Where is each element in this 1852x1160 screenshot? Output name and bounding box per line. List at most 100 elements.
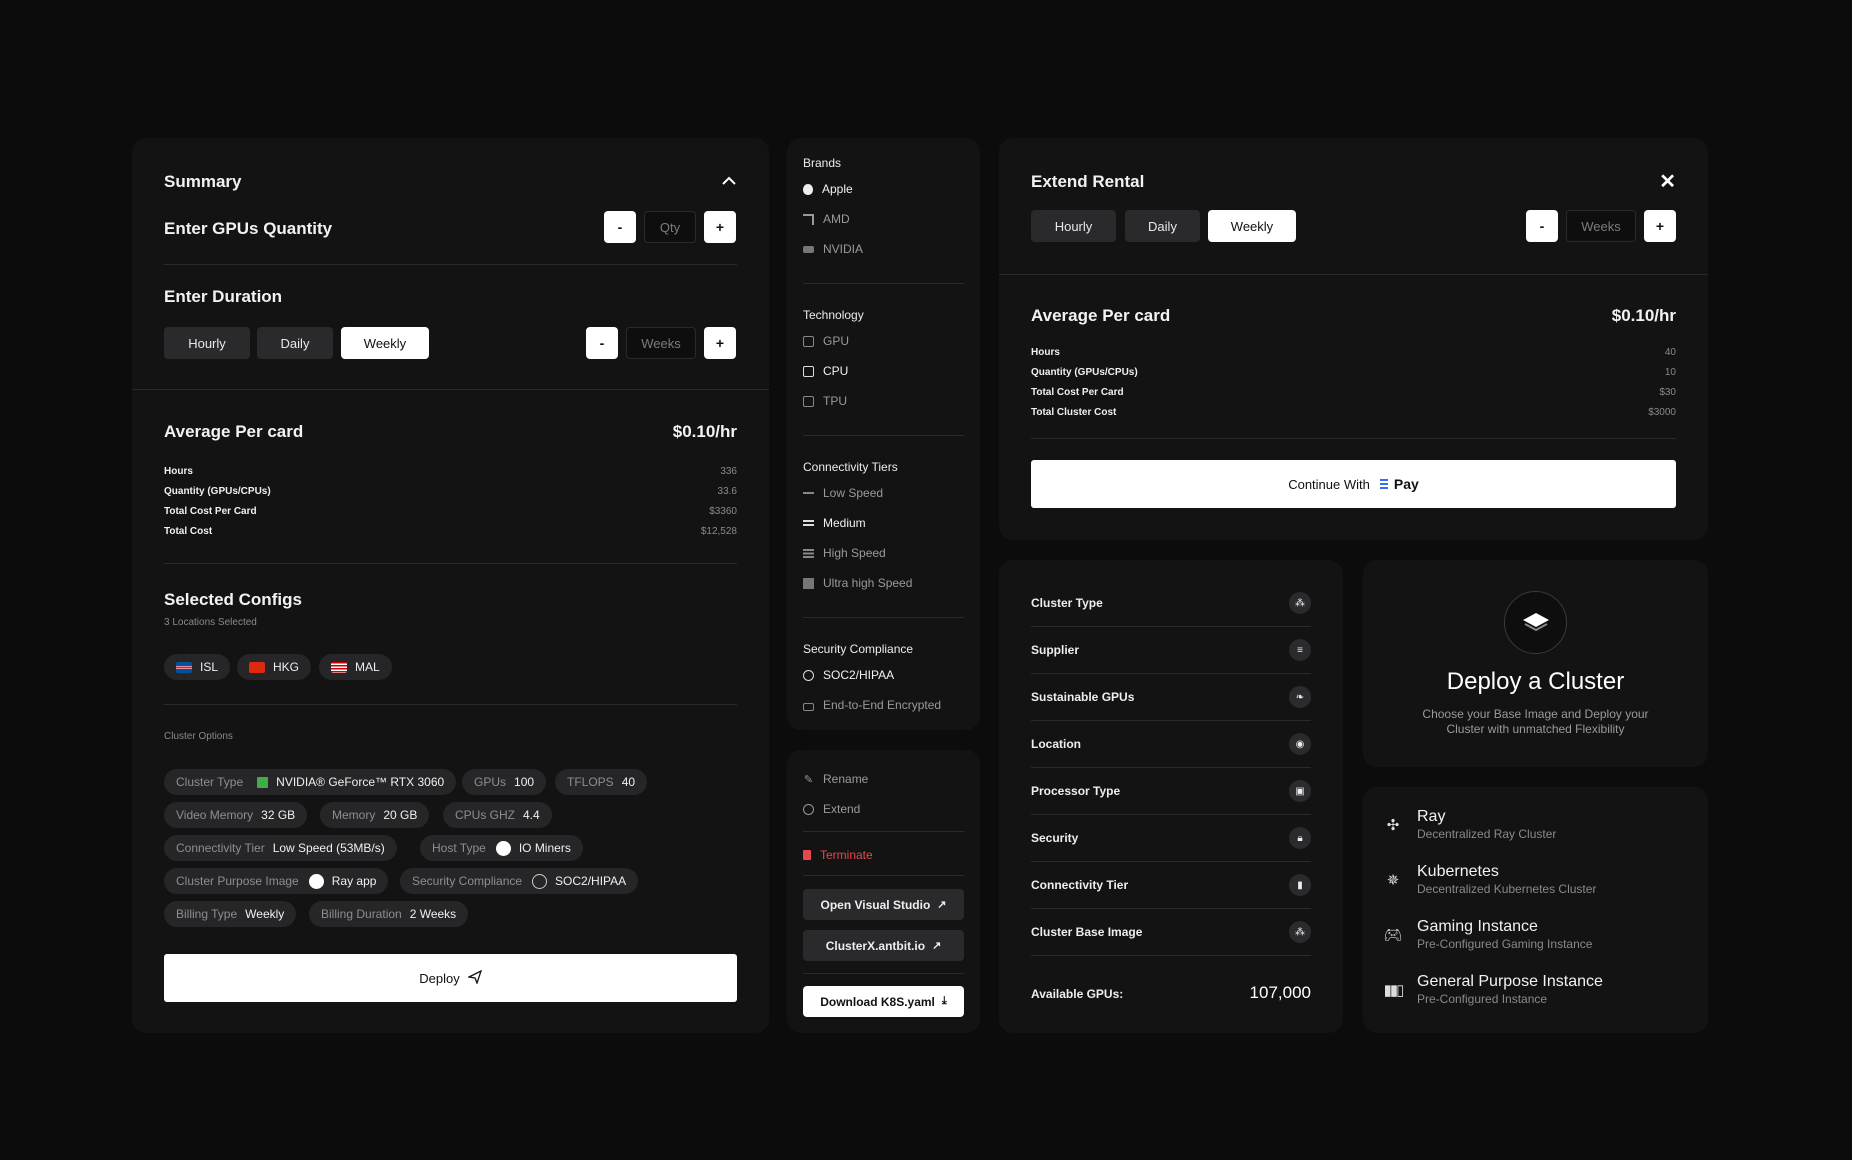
list-item-base-image[interactable]: Cluster Base Image ⁂ [1031,909,1311,956]
option-tag: GPUs 100 [462,769,547,795]
ray-app-icon [308,873,324,889]
deploy-card-title: Deploy a Cluster [1446,668,1625,695]
list-item-location[interactable]: Location ◉ [1031,721,1311,768]
filter-brand-amd[interactable]: AMD [803,212,850,226]
close-icon[interactable]: ✕ [1659,169,1676,194]
filter-conn-low[interactable]: Low Speed [803,486,883,500]
cost-row-value: $12,528 [700,526,737,537]
weeks-plus-button[interactable]: + [704,327,736,359]
continue-pay-button[interactable]: Continue With Pay [1031,460,1676,508]
layers-icon [1504,591,1567,654]
weeks-input[interactable]: Weeks [626,327,696,359]
brands-heading: Brands [803,156,842,170]
badge-icon [803,669,814,681]
gpu-qty-label: Enter GPUs Quantity [164,219,333,238]
filter-brand-apple[interactable]: Apple [803,182,853,196]
app-item-gaming[interactable]: 🎮︎ Gaming Instance Pre-Configured Gaming … [1383,918,1592,951]
cluster-filter-card: Cluster Type ⁂ Supplier ≡ Sustainable GPUs… [999,560,1343,1033]
option-tag: Memory 20 GB [320,802,430,828]
filter-sec-e2e[interactable]: End-to-End Encrypted [803,698,941,712]
open-visual-studio-button[interactable]: Open Visual Studio ↗ [803,889,964,920]
deploy-button[interactable]: Deploy [164,954,737,1002]
extend-tab-hourly[interactable]: Hourly [1031,210,1116,242]
nvidia-chip-icon [257,776,269,788]
extend-tab-weekly[interactable]: Weekly [1208,210,1296,242]
deploy-card-desc: Choose your Base Image and Deploy your C… [1422,707,1649,736]
extend-rental-card: Extend Rental ✕ Hourly Daily Weekly - We… [999,138,1708,540]
chip-icon [803,335,814,347]
kubernetes-icon: ✵ [1386,871,1400,889]
nodes-icon: ⁂ [1289,921,1311,943]
list-item-connectivity[interactable]: Connectivity Tier ▮ [1031,862,1311,909]
list-item-security[interactable]: Security 🔒︎ [1031,815,1311,862]
filter-conn-high[interactable]: High Speed [803,546,886,560]
terminate-action[interactable]: Terminate [803,848,873,862]
chip-icon [803,395,814,407]
option-tag: Cluster Type NVIDIA® GeForce™ RTX 3060 [164,769,457,795]
cost-row-value: 33.6 [717,486,737,497]
filter-tech-tpu[interactable]: TPU [803,394,847,408]
option-tag: Connectivity Tier Low Speed (53MB/s) [164,835,397,861]
list-item-cluster-type[interactable]: Cluster Type ⁂ [1031,580,1311,627]
extend-tab-daily[interactable]: Daily [1125,210,1200,242]
cost-row-value: $3360 [709,506,737,517]
cluster-options-label: Cluster Options [164,731,233,742]
cost-row-label: Quantity (GPUs/CPUs) [164,486,271,497]
qty-minus-button[interactable]: - [604,211,636,243]
ray-icon: ✣ [1386,816,1400,834]
extend-action[interactable]: Extend [803,802,860,816]
available-gpus-label: Available GPUs: [1031,987,1124,1001]
clusterx-link-button[interactable]: ClusterX.antbit.io ↗ [803,930,964,961]
gamepad-icon: 🎮︎ [1383,926,1403,944]
extend-minus-button[interactable]: - [1526,210,1558,242]
extend-weeks-input[interactable]: Weeks [1566,210,1636,242]
instance-types-card: ✣ Ray Decentralized Ray Cluster ✵ Kuberne… [1363,787,1708,1033]
option-tag: Video Memory 32 GB [164,802,308,828]
filter-sec-soc2[interactable]: SOC2/HIPAA [803,668,894,682]
tab-daily[interactable]: Daily [257,327,333,359]
nvidia-icon [803,245,814,253]
app-item-ray[interactable]: ✣ Ray Decentralized Ray Cluster [1383,808,1557,841]
tab-hourly[interactable]: Hourly [164,327,250,359]
location-chip-isl[interactable]: ISL [164,654,231,680]
app-item-kubernetes[interactable]: ✵ Kubernetes Decentralized Kubernetes Clu… [1383,863,1597,896]
qty-input[interactable]: Qty [644,211,696,243]
hongkong-flag-icon [249,661,265,673]
avg-value: $0.10/hr [672,422,737,441]
tab-weekly[interactable]: Weekly [341,327,429,359]
filter-conn-ultra[interactable]: Ultra high Speed [803,576,912,590]
extend-title: Extend Rental [1031,172,1145,191]
extend-plus-button[interactable]: + [1644,210,1676,242]
qty-plus-button[interactable]: + [704,211,736,243]
option-tag: CPUs GHZ 4.4 [443,802,552,828]
leaf-icon: ❧ [1289,686,1311,708]
filter-brand-nvidia[interactable]: NVIDIA [803,242,863,256]
location-chip-hkg[interactable]: HKG [237,654,312,680]
filter-tech-cpu[interactable]: CPU [803,364,848,378]
security-heading: Security Compliance [803,642,914,656]
collapse-chevron-icon[interactable] [720,172,740,190]
cost-row-value: 10 [1664,367,1676,378]
database-icon: ≡ [1289,639,1311,661]
weeks-minus-button[interactable]: - [586,327,618,359]
option-tag: Security Compliance SOC2/HIPAA [400,868,639,894]
compliance-badge-icon [532,873,548,889]
list-item-processor[interactable]: Processor Type ▣ [1031,768,1311,815]
cost-row-value: $30 [1659,387,1676,398]
option-tag: Cluster Purpose Image Ray app [164,868,389,894]
location-chip-mal[interactable]: MAL [319,654,392,680]
pay-logo-icon [1379,479,1388,489]
app-item-general[interactable]: ▮▮▯ General Purpose Instance Pre-Configur… [1383,973,1603,1006]
filter-tech-gpu[interactable]: GPU [803,334,849,348]
actions-card: ✎ Rename Extend Terminate Open Visual Stu… [787,750,980,1033]
amd-icon [803,213,814,225]
cost-row-label: Hours [1031,347,1060,358]
download-k8s-button[interactable]: Download K8S.yaml ⤓ [803,986,964,1017]
extend-avg-value: $0.10/hr [1611,306,1676,325]
list-item-sustainable[interactable]: Sustainable GPUs ❧ [1031,674,1311,721]
connectivity-heading: Connectivity Tiers [803,460,898,474]
bars-icon: ▮▮▯ [1383,981,1405,999]
rename-action[interactable]: ✎ Rename [803,772,868,786]
filter-conn-medium[interactable]: Medium [803,516,866,530]
list-item-supplier[interactable]: Supplier ≡ [1031,627,1311,674]
